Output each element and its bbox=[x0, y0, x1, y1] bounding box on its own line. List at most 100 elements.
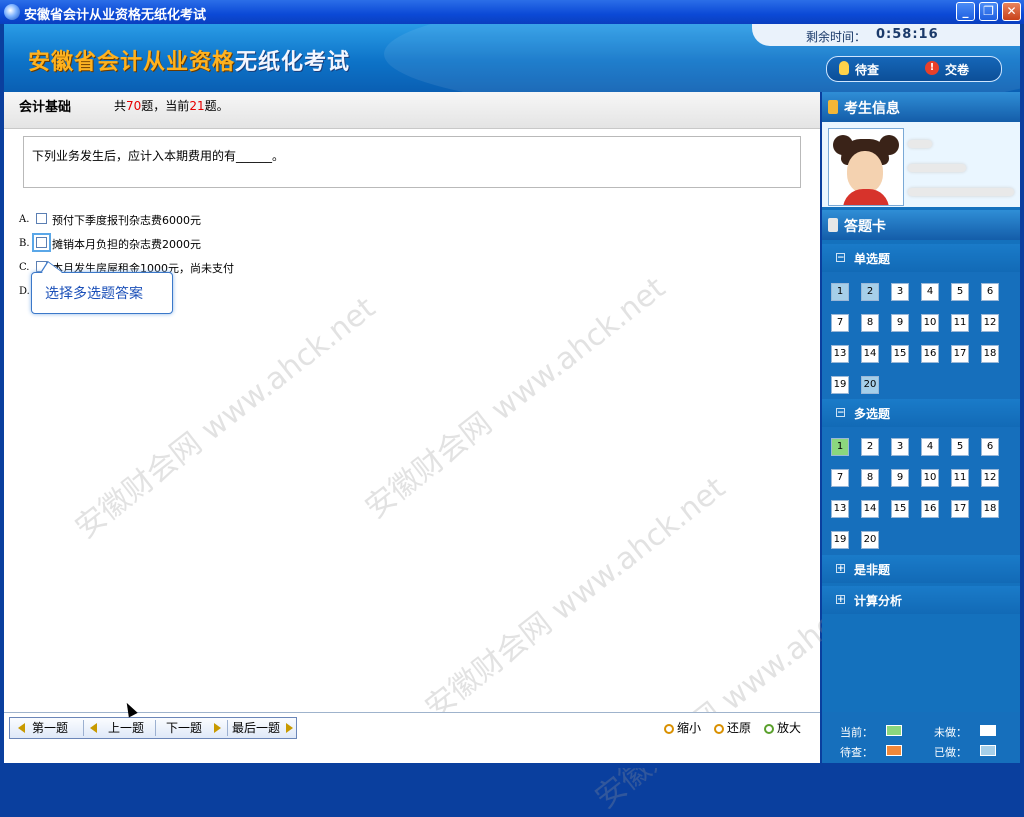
answer-card-number[interactable]: 6 bbox=[981, 283, 999, 301]
answer-card-number[interactable]: 12 bbox=[981, 469, 999, 487]
answer-card-number[interactable]: 11 bbox=[951, 469, 969, 487]
collapse-icon: − bbox=[836, 253, 845, 263]
examinee-info-title: 考生信息 bbox=[844, 101, 900, 117]
answer-card-number[interactable]: 19 bbox=[831, 531, 849, 549]
window-title: 安徽省会计从业资格无纸化考试 bbox=[24, 8, 207, 23]
answer-card-number[interactable]: 8 bbox=[861, 314, 879, 332]
answer-card-number[interactable]: 17 bbox=[951, 345, 969, 363]
legend-pending-swatch bbox=[886, 745, 902, 756]
reset-zoom-button[interactable]: 还原 bbox=[714, 719, 751, 736]
option-a[interactable]: A. 预付下季度报刊杂志费6000元 bbox=[19, 210, 419, 230]
progress-suffix: 题。 bbox=[204, 99, 229, 113]
avatar-face bbox=[847, 151, 883, 193]
answer-card-number[interactable]: 14 bbox=[861, 345, 879, 363]
answer-card-number[interactable]: 18 bbox=[981, 500, 999, 518]
option-text: 预付下季度报刊杂志费6000元 bbox=[52, 214, 201, 227]
restore-button[interactable]: ❐ bbox=[979, 2, 998, 21]
answer-card-number[interactable]: 2 bbox=[861, 283, 879, 301]
exam-actions: 待查 ! 交卷 bbox=[826, 56, 1002, 82]
answer-card-number[interactable]: 20 bbox=[861, 531, 879, 549]
answer-card-number[interactable]: 3 bbox=[891, 438, 909, 456]
first-question-button[interactable]: 第一题 bbox=[10, 718, 82, 738]
answer-card-number[interactable]: 17 bbox=[951, 500, 969, 518]
answer-card-number[interactable]: 12 bbox=[981, 314, 999, 332]
next-question-button[interactable]: 下一题 bbox=[156, 718, 226, 738]
question-progress: 共70题，当前21题。 bbox=[114, 97, 229, 114]
section-multi[interactable]: − 多选题 bbox=[822, 399, 1020, 427]
answer-card-number[interactable]: 15 bbox=[891, 345, 909, 363]
answer-card-number[interactable]: 7 bbox=[831, 469, 849, 487]
collapse-icon: − bbox=[836, 408, 845, 418]
next-label: 下一题 bbox=[166, 721, 203, 735]
zoom-out-label: 缩小 bbox=[677, 721, 702, 735]
app-icon bbox=[4, 4, 20, 20]
answer-card-number[interactable]: 3 bbox=[891, 283, 909, 301]
first-icon bbox=[18, 723, 25, 733]
answer-card-number[interactable]: 13 bbox=[831, 345, 849, 363]
section-calc[interactable]: + 计算分析 bbox=[822, 586, 1020, 614]
option-b-checkbox[interactable] bbox=[32, 233, 51, 252]
reset-zoom-icon bbox=[714, 724, 724, 734]
total-count: 70 bbox=[126, 99, 142, 113]
right-sidebar: 考生信息 答题卡 − 单选题 1 2 3 4 5 6 7 8 9 10 11 12 13 14 15 16 17… bbox=[822, 92, 1020, 763]
answer-card-number[interactable]: 5 bbox=[951, 438, 969, 456]
answer-card-number[interactable]: 20 bbox=[861, 376, 879, 394]
submit-button[interactable]: 交卷 bbox=[945, 61, 969, 78]
expand-icon: + bbox=[836, 564, 845, 574]
answer-card-number[interactable]: 16 bbox=[921, 345, 939, 363]
redacted-id bbox=[908, 164, 966, 172]
answer-card-number[interactable]: 4 bbox=[921, 438, 939, 456]
answer-card-number[interactable]: 15 bbox=[891, 500, 909, 518]
zoom-in-label: 放大 bbox=[777, 721, 802, 735]
zoom-out-button[interactable]: 缩小 bbox=[664, 719, 701, 736]
section-single[interactable]: − 单选题 bbox=[822, 244, 1020, 272]
answer-card-number[interactable]: 16 bbox=[921, 500, 939, 518]
legend-done-swatch bbox=[980, 745, 996, 756]
answer-card-number[interactable]: 14 bbox=[861, 500, 879, 518]
answer-card-number[interactable]: 18 bbox=[981, 345, 999, 363]
question-panel: 会计基础 共70题，当前21题。 下列业务发生后，应计入本期费用的有______… bbox=[4, 92, 902, 816]
timer-value: 0:58:16 bbox=[876, 27, 939, 42]
answer-card-number[interactable]: 10 bbox=[921, 469, 939, 487]
answer-card-number[interactable]: 1 bbox=[831, 283, 849, 301]
answer-card-number[interactable]: 7 bbox=[831, 314, 849, 332]
bulb-icon bbox=[839, 61, 849, 75]
answer-card-number[interactable]: 10 bbox=[921, 314, 939, 332]
section-multi-label: 多选题 bbox=[854, 407, 891, 421]
legend-undone-swatch bbox=[980, 725, 996, 736]
reset-zoom-label: 还原 bbox=[727, 721, 752, 735]
answer-card-number[interactable]: 11 bbox=[951, 314, 969, 332]
window-titlebar: 安徽省会计从业资格无纸化考试 _ ❐ ✕ bbox=[0, 0, 1024, 24]
answer-card-number[interactable]: 4 bbox=[921, 283, 939, 301]
prev-question-button[interactable]: 上一题 bbox=[84, 718, 154, 738]
answer-card-number[interactable]: 1 bbox=[831, 438, 849, 456]
progress-mid: 题，当前 bbox=[141, 99, 190, 113]
zoom-in-button[interactable]: 放大 bbox=[764, 719, 801, 736]
close-button[interactable]: ✕ bbox=[1002, 2, 1021, 21]
progress-prefix: 共 bbox=[114, 99, 127, 113]
answer-card-number[interactable]: 8 bbox=[861, 469, 879, 487]
redacted-name bbox=[908, 140, 932, 148]
zoom-in-icon bbox=[764, 724, 774, 734]
pending-button[interactable]: 待查 bbox=[855, 61, 879, 78]
redacted-id bbox=[908, 188, 1014, 196]
answer-card-number[interactable]: 2 bbox=[861, 438, 879, 456]
answer-card-number[interactable]: 9 bbox=[891, 469, 909, 487]
zoom-out-icon bbox=[664, 724, 674, 734]
option-a-checkbox[interactable] bbox=[36, 213, 47, 224]
legend-current-swatch bbox=[886, 725, 902, 736]
section-judge[interactable]: + 是非题 bbox=[822, 555, 1020, 583]
answer-card-number[interactable]: 19 bbox=[831, 376, 849, 394]
minimize-button[interactable]: _ bbox=[956, 2, 975, 21]
last-question-button[interactable]: 最后一题 bbox=[228, 718, 296, 738]
legend-pending-label: 待查： bbox=[840, 746, 873, 759]
current-number: 21 bbox=[189, 99, 205, 113]
section-calc-label: 计算分析 bbox=[854, 594, 903, 608]
answer-card-number[interactable]: 9 bbox=[891, 314, 909, 332]
notepad-icon bbox=[828, 218, 838, 232]
answer-card-number[interactable]: 6 bbox=[981, 438, 999, 456]
answer-card-number[interactable]: 13 bbox=[831, 500, 849, 518]
answer-card-number[interactable]: 5 bbox=[951, 283, 969, 301]
option-b[interactable]: B. 摊销本月负担的杂志费2000元 bbox=[19, 233, 419, 254]
hint-tooltip: 选择多选题答案 bbox=[31, 260, 173, 314]
